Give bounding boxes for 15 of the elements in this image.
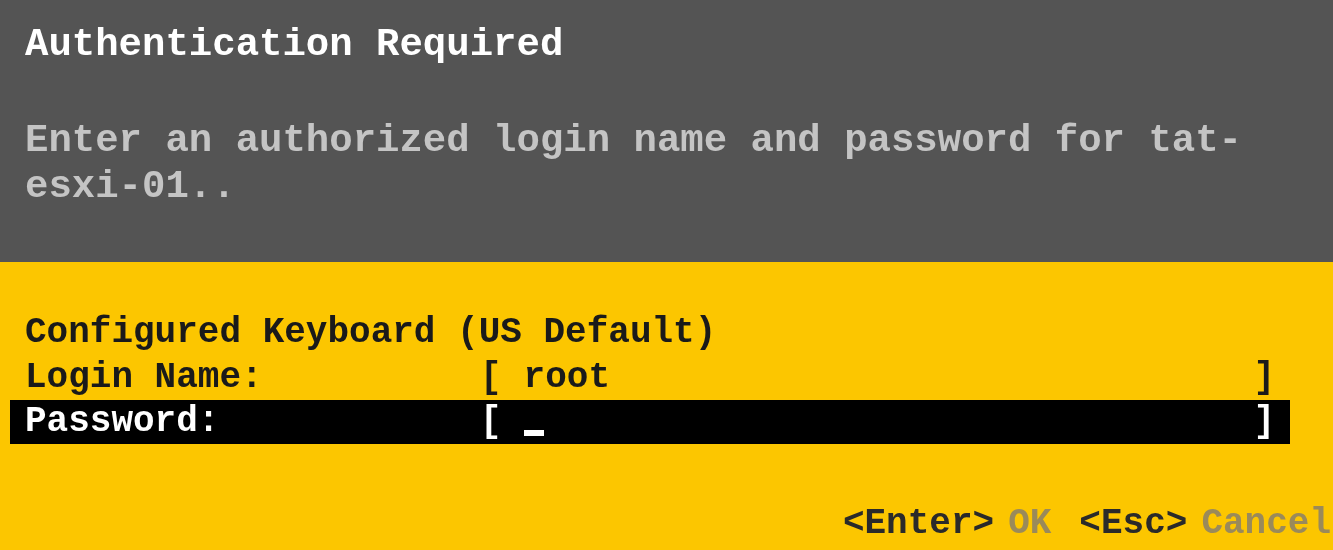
key-hint: <Enter> [842,502,995,546]
open-bracket: [ [480,400,502,444]
dialog-message: Enter an authorized login name and password for tat-esxi-01.. [25,118,1243,210]
close-bracket: ] [1253,356,1275,400]
dialog-title: Authentication Required [25,22,565,68]
form-field[interactable]: Password: [ ] [10,400,1290,444]
field-value: root [523,356,611,400]
field-label: Login Name: [25,356,264,400]
key-hint: <Esc> [1079,502,1188,546]
form-field[interactable]: Login Name: [ root ] [10,356,1290,400]
keyboard-label: Configured Keyboard (US Default) [24,311,718,355]
open-bracket: [ [480,356,502,400]
field-label: Password: [25,400,221,444]
close-bracket: ] [1253,400,1275,444]
text-cursor [523,430,544,436]
